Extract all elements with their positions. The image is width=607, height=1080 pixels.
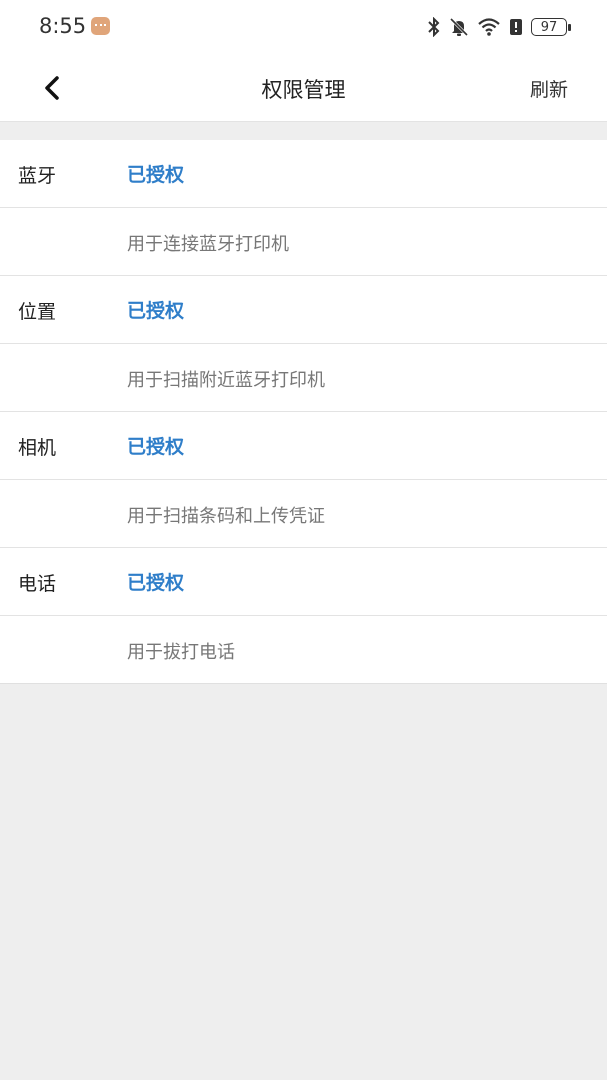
permission-desc-row-camera: 用于扫描条码和上传凭证 bbox=[0, 480, 607, 548]
permission-name: 相机 bbox=[18, 437, 57, 459]
status-icons: 97 bbox=[427, 14, 571, 40]
permission-status: 已授权 bbox=[127, 572, 185, 594]
permission-status: 已授权 bbox=[127, 436, 185, 458]
status-time: 8:55 bbox=[39, 14, 87, 38]
permission-description: 用于连接蓝牙打印机 bbox=[127, 234, 289, 255]
permission-description: 用于拔打电话 bbox=[127, 642, 235, 663]
bluetooth-icon bbox=[428, 17, 440, 37]
permission-desc-row-bluetooth: 用于连接蓝牙打印机 bbox=[0, 208, 607, 276]
permission-description: 用于扫描附近蓝牙打印机 bbox=[127, 370, 325, 391]
permission-name: 位置 bbox=[18, 301, 57, 323]
permission-desc-row-phone: 用于拔打电话 bbox=[0, 616, 607, 684]
permission-row-camera[interactable]: 相机 已授权 bbox=[0, 412, 607, 480]
page-title: 权限管理 bbox=[261, 78, 346, 102]
mute-bell-icon bbox=[449, 17, 469, 37]
permission-status: 已授权 bbox=[127, 164, 185, 186]
message-icon bbox=[91, 17, 110, 35]
refresh-button[interactable]: 刷新 bbox=[530, 75, 568, 102]
permission-list: 蓝牙 已授权 用于连接蓝牙打印机 位置 已授权 用于扫描附近蓝牙打印机 相机 已… bbox=[0, 140, 607, 684]
permission-row-phone[interactable]: 电话 已授权 bbox=[0, 548, 607, 616]
permission-status: 已授权 bbox=[127, 300, 185, 322]
status-bar: 8:55 97 bbox=[0, 0, 607, 55]
permission-name: 蓝牙 bbox=[18, 165, 57, 187]
permission-desc-row-location: 用于扫描附近蓝牙打印机 bbox=[0, 344, 607, 412]
permission-row-bluetooth[interactable]: 蓝牙 已授权 bbox=[0, 140, 607, 208]
permission-description: 用于扫描条码和上传凭证 bbox=[127, 506, 325, 527]
battery-icon: 97 bbox=[531, 18, 571, 36]
permission-name: 电话 bbox=[18, 573, 57, 595]
permission-row-location[interactable]: 位置 已授权 bbox=[0, 276, 607, 344]
alert-icon bbox=[510, 19, 522, 35]
wifi-icon bbox=[478, 18, 500, 36]
navigation-bar: 权限管理 刷新 bbox=[0, 55, 607, 122]
